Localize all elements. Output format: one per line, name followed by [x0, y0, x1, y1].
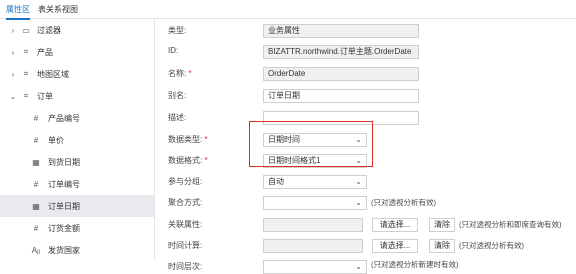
number-field-icon: # — [33, 223, 39, 233]
tree-node-label: 订单 — [37, 91, 53, 101]
table-icon: ⌗ — [23, 47, 29, 56]
data-format-label-text: 数据格式: — [168, 156, 203, 165]
required-mark: * — [204, 135, 208, 144]
chevron-right-icon[interactable]: › — [9, 70, 17, 79]
group-label: 参与分组: — [168, 177, 203, 186]
tree-node-order-amount[interactable]: # 订货金额 — [0, 217, 154, 239]
date-field-icon: ▦ — [32, 157, 40, 167]
number-field-icon: # — [33, 135, 39, 145]
data-format-label: 数据格式: * — [168, 155, 208, 166]
time-calc-hint: (只对透视分析有效) — [459, 241, 524, 250]
folder-icon: ▭ — [22, 25, 30, 35]
time-calc-clear-button[interactable]: 清除 — [429, 239, 455, 253]
chevron-right-icon[interactable]: › — [9, 48, 17, 57]
time-calc-choose-button[interactable]: 请选择... — [372, 239, 418, 253]
tree-node-label: 订单日期 — [48, 201, 80, 211]
chevron-down-icon: ⌄ — [355, 198, 362, 207]
table-icon: ⌗ — [23, 91, 29, 100]
name-field: OrderDate — [263, 67, 419, 81]
tree-node-label: 发货国家 — [48, 245, 80, 255]
name-label: 名称: * — [168, 68, 192, 79]
table-icon: ⌗ — [23, 69, 29, 78]
chevron-right-icon[interactable]: › — [9, 26, 17, 35]
resource-tree: › ▭ 过滤器 › ⌗ 产品 › ⌗ 地图区域 ⌄ ⌗ 订单 # 产品编号 # … — [0, 19, 155, 260]
tree-node-label: 到货日期 — [48, 157, 80, 167]
date-field-icon: ▦ — [32, 201, 40, 211]
tree-node-orders[interactable]: ⌄ ⌗ 订单 — [0, 85, 154, 107]
description-label: 描述: — [168, 113, 187, 122]
name-label-text: 名称: — [168, 69, 187, 78]
alias-input[interactable]: 订单日期 — [263, 89, 419, 103]
time-calc-field — [263, 239, 363, 253]
tab-properties[interactable]: 属性区 — [6, 4, 30, 20]
linked-attribute-choose-button[interactable]: 请选择... — [372, 218, 418, 232]
time-calc-label: 时间计算: — [168, 241, 203, 250]
required-mark: * — [204, 156, 208, 165]
chevron-down-icon[interactable]: ⌄ — [9, 92, 17, 101]
group-value: 自动 — [268, 177, 284, 186]
aggregation-label: 聚合方式: — [168, 198, 203, 207]
time-level-label: 时间层次: — [168, 262, 203, 271]
tree-node-product[interactable]: › ⌗ 产品 — [0, 41, 154, 63]
data-type-label-text: 数据类型: — [168, 135, 203, 144]
number-field-icon: # — [33, 179, 39, 189]
tree-node-arrival-date[interactable]: ▦ 到货日期 — [0, 151, 154, 173]
tree-node-label: 订单编号 — [48, 179, 80, 189]
alias-label: 别名: — [168, 91, 187, 100]
tree-node-label: 单价 — [48, 135, 64, 145]
highlight-box — [249, 121, 373, 167]
aggregation-select[interactable]: ⌄ — [263, 196, 367, 210]
group-select[interactable]: 自动 ⌄ — [263, 175, 367, 189]
tree-node-map-region[interactable]: › ⌗ 地图区域 — [0, 63, 154, 85]
number-field-icon: # — [33, 113, 39, 123]
chevron-down-icon: ⌄ — [355, 177, 362, 186]
tree-node-label: 订货金额 — [48, 223, 80, 233]
tree-node-label: 过滤器 — [37, 25, 61, 35]
tree-node-label: 地图区域 — [37, 69, 69, 79]
required-mark: * — [188, 69, 192, 78]
linked-attribute-field — [263, 218, 363, 232]
tree-node-label: 产品编号 — [48, 113, 80, 123]
data-type-label: 数据类型: * — [168, 134, 208, 145]
tree-node-unit-price[interactable]: # 单价 — [0, 129, 154, 151]
linked-attribute-hint: (只对透视分析和即席查询有效) — [459, 220, 562, 229]
tree-node-product-id[interactable]: # 产品编号 — [0, 107, 154, 129]
linked-attribute-label: 关联属性: — [168, 220, 203, 229]
tree-node-label: 产品 — [37, 47, 53, 57]
time-level-hint: (只对透视分析新建时有效) — [371, 260, 459, 269]
id-label: ID: — [168, 46, 179, 55]
tab-bar: 属性区 表关系视图 — [0, 0, 576, 20]
tree-node-order-date[interactable]: ▦ 订单日期 — [0, 195, 154, 217]
id-field: BIZATTR.northwind.订单主题.OrderDate — [263, 45, 419, 59]
tree-node-filters[interactable]: › ▭ 过滤器 — [0, 19, 154, 41]
tab-table-relations[interactable]: 表关系视图 — [38, 4, 78, 15]
type-field: 业务属性 — [263, 24, 419, 38]
aggregation-hint: (只对透视分析有效) — [371, 198, 436, 207]
time-level-select[interactable]: ⌄ — [263, 260, 367, 274]
tree-node-ship-country[interactable]: Aᵦ 发货国家 — [0, 239, 154, 261]
chevron-down-icon: ⌄ — [355, 262, 362, 271]
tree-node-order-id[interactable]: # 订单编号 — [0, 173, 154, 195]
text-field-icon: Aᵦ — [31, 245, 41, 255]
linked-attribute-clear-button[interactable]: 清除 — [429, 218, 455, 232]
type-label: 类型: — [168, 26, 187, 35]
